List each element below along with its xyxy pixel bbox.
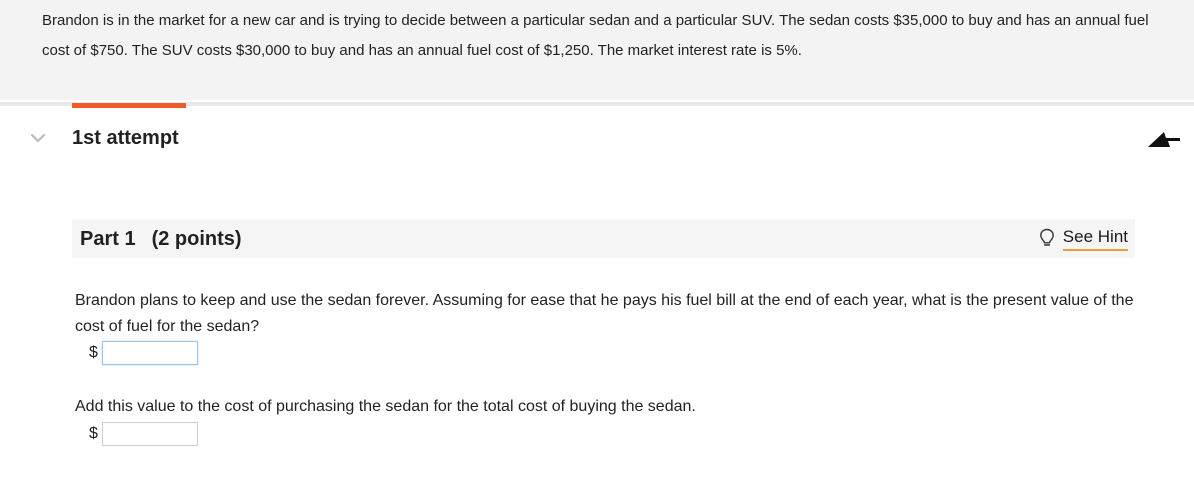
lightbulb-icon xyxy=(1039,228,1054,246)
currency-symbol: $ xyxy=(89,344,98,361)
present-value-input[interactable] xyxy=(102,341,198,365)
see-hint-label[interactable]: See Hint xyxy=(1062,226,1128,251)
part-points: (2 points) xyxy=(151,228,242,250)
total-cost-input[interactable] xyxy=(102,422,198,446)
part-label: Part 1 xyxy=(80,228,136,250)
chevron-down-icon[interactable] xyxy=(29,131,47,145)
part-title: Part 1 (2 points) xyxy=(80,226,242,252)
answer-row-2: $ xyxy=(89,420,198,448)
question-prompt-2: Add this value to the cost of purchasing… xyxy=(75,398,696,415)
question-text: Brandon is in the market for a new car a… xyxy=(42,12,1149,59)
question-panel: Brandon is in the market for a new car a… xyxy=(0,0,1194,100)
see-hint-button[interactable]: See Hint xyxy=(1039,225,1128,251)
question-prompt-1: Brandon plans to keep and use the sedan … xyxy=(75,292,1134,335)
currency-symbol: $ xyxy=(89,425,98,442)
active-tab-indicator xyxy=(72,103,186,108)
answer-row-1: $ xyxy=(89,339,198,367)
attempt-title[interactable]: 1st attempt xyxy=(72,125,179,151)
arrow-up-left-icon[interactable] xyxy=(1146,125,1182,155)
part-header: Part 1 (2 points) See Hint xyxy=(72,219,1135,258)
